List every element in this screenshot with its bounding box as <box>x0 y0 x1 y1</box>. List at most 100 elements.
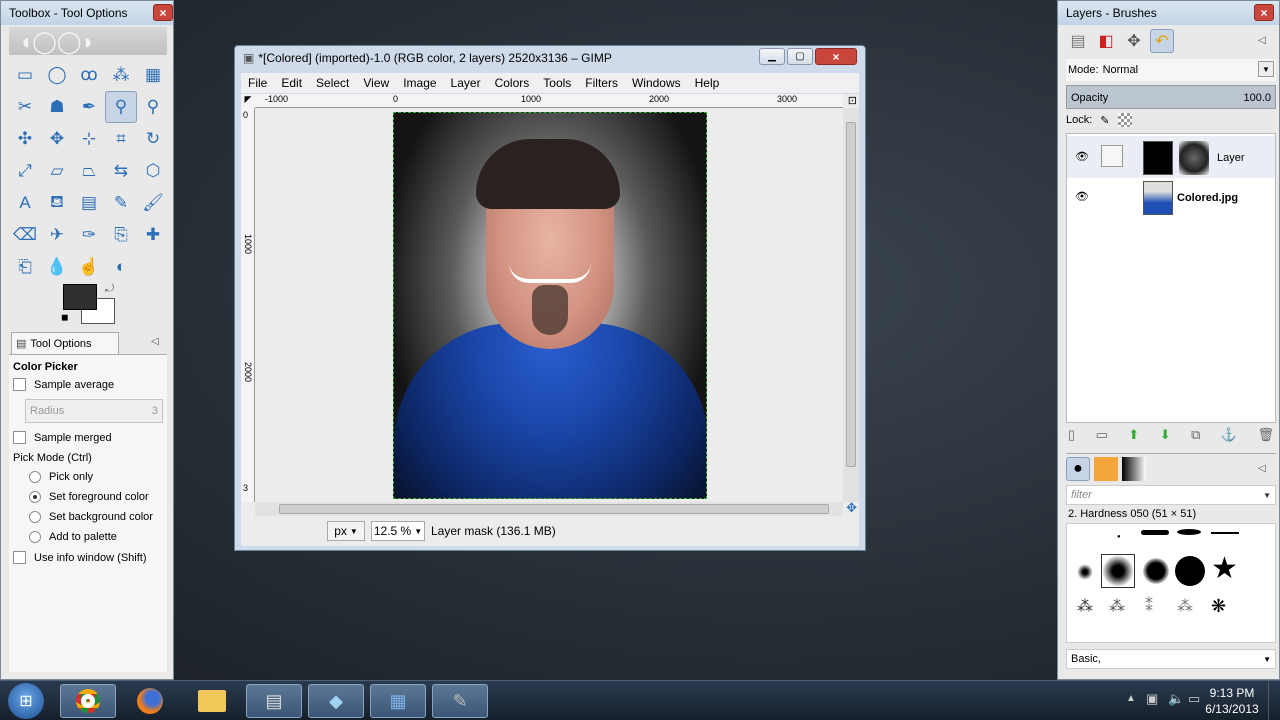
layers-tab-icon[interactable]: ▤ <box>1066 29 1090 53</box>
new-layer-icon[interactable]: ▯ <box>1068 427 1075 443</box>
lock-alpha-icon[interactable] <box>1117 113 1132 127</box>
image-window-close-button[interactable]: × <box>815 48 857 65</box>
layer-name[interactable]: Layer <box>1217 152 1245 164</box>
vertical-scrollbar[interactable] <box>843 108 859 502</box>
scissors-icon[interactable]: ✂ <box>9 91 41 123</box>
chevron-down-icon[interactable]: ▼ <box>1263 491 1271 500</box>
dodge-icon[interactable]: ◐ <box>105 251 137 283</box>
horizontal-scrollbar[interactable] <box>255 502 843 516</box>
dock-close-button[interactable]: × <box>1254 4 1274 21</box>
sample-merged-checkbox[interactable] <box>13 431 26 444</box>
vertical-ruler[interactable]: 0 1000 2000 3 <box>241 108 255 502</box>
brush-item[interactable]: ⁂ <box>1077 596 1093 616</box>
brush-item[interactable] <box>1177 529 1201 535</box>
new-layer-group-icon[interactable]: ▭ <box>1096 427 1108 443</box>
pick-mode-option[interactable]: Set background color <box>29 511 153 523</box>
airbrush-icon[interactable]: ✈ <box>41 219 73 251</box>
undo-history-tab-icon[interactable]: ↶ <box>1150 29 1174 53</box>
menu-windows[interactable]: Windows <box>625 76 688 90</box>
menu-help[interactable]: Help <box>688 76 727 90</box>
star-brush-icon[interactable]: ★ <box>1211 552 1238 586</box>
lower-layer-icon[interactable]: ⬇ <box>1160 427 1171 443</box>
menu-tools[interactable]: Tools <box>536 76 578 90</box>
brushes-menu-icon[interactable]: ◁ <box>1258 463 1266 474</box>
pick-mode-option[interactable]: Add to palette <box>29 531 117 543</box>
menu-file[interactable]: File <box>241 76 274 90</box>
fuzzy-select-icon[interactable]: ⁂ <box>105 59 137 91</box>
sample-merged-row[interactable]: Sample merged <box>13 431 112 444</box>
clock[interactable]: 9:13 PM 6/13/2013 <box>1200 685 1264 717</box>
shear-icon[interactable]: ▱ <box>41 155 73 187</box>
pick-mode-option[interactable]: Pick only <box>29 471 93 483</box>
pick-mode-option[interactable]: Set foreground color <box>29 491 149 503</box>
text-icon[interactable]: A <box>9 187 41 219</box>
move-icon[interactable]: ✥ <box>41 123 73 155</box>
blend-icon[interactable]: ▤ <box>73 187 105 219</box>
paintbrush-icon[interactable]: 🖌 <box>137 187 169 219</box>
brush-item[interactable]: ⁂ <box>1177 596 1193 616</box>
zoom-fit-icon[interactable]: ⊡ <box>848 94 857 107</box>
anchor-layer-icon[interactable]: ⚓ <box>1221 427 1237 443</box>
raise-layer-icon[interactable]: ⬆ <box>1128 427 1139 443</box>
menu-image[interactable]: Image <box>396 76 443 90</box>
lock-pixels-icon[interactable]: ✎ <box>1100 114 1109 127</box>
lasso-icon[interactable]: ꝏ <box>73 59 105 91</box>
rotate-icon[interactable]: ↻ <box>137 123 169 155</box>
use-info-window-row[interactable]: Use info window (Shift) <box>13 551 147 564</box>
show-desktop-button[interactable] <box>1268 681 1280 720</box>
toolbox-close-button[interactable]: × <box>153 4 173 21</box>
image-viewport[interactable] <box>255 108 843 502</box>
scale-icon[interactable]: ⤢ <box>9 155 41 187</box>
eye-icon[interactable]: 👁 <box>1075 190 1089 203</box>
clone-icon[interactable]: ⎘ <box>105 219 137 251</box>
brush-item[interactable]: ⁑ <box>1145 596 1153 616</box>
layer-mask-thumbnail[interactable] <box>1179 141 1209 175</box>
color-select-icon[interactable]: ▦ <box>137 59 169 91</box>
swap-colors-icon[interactable]: ⤾ <box>105 283 114 296</box>
layer-thumbnail[interactable] <box>1143 181 1173 215</box>
default-colors-icon[interactable]: ◼ <box>61 312 68 323</box>
menu-view[interactable]: View <box>356 76 396 90</box>
vertical-scroll-thumb[interactable] <box>846 122 856 467</box>
blur-icon[interactable]: 💧 <box>41 251 73 283</box>
firefox-taskbar-icon[interactable] <box>122 684 178 718</box>
paths-tab-icon[interactable]: ✥ <box>1122 29 1146 53</box>
radio-button[interactable] <box>29 531 41 543</box>
brush-item[interactable]: ❋ <box>1211 596 1226 617</box>
brush-item[interactable] <box>1077 564 1093 580</box>
portrait-image[interactable] <box>393 112 707 499</box>
chrome-taskbar-icon[interactable] <box>60 684 116 718</box>
explorer-taskbar-icon[interactable] <box>184 684 240 718</box>
zoom-select[interactable]: 12.5 % ▼ <box>371 521 425 541</box>
paths-icon[interactable]: ✒ <box>73 91 105 123</box>
measure-icon[interactable]: ✣ <box>9 123 41 155</box>
brush-item[interactable] <box>1101 554 1135 588</box>
quick-mask-corner-icon[interactable]: ◤ <box>241 94 255 108</box>
brush-item[interactable] <box>1141 530 1169 535</box>
foreground-select-icon[interactable]: ☗ <box>41 91 73 123</box>
radius-spinbox[interactable]: Radius 3 <box>25 399 163 423</box>
flip-icon[interactable]: ⇆ <box>105 155 137 187</box>
mode-dropdown-button[interactable]: ▼ <box>1258 61 1274 77</box>
pencil-icon[interactable]: ✎ <box>105 187 137 219</box>
brush-filter-input[interactable]: filter ▼ <box>1066 485 1276 505</box>
delete-layer-icon[interactable]: 🗑 <box>1257 427 1274 443</box>
chevron-down-icon[interactable]: ▼ <box>1263 655 1271 664</box>
eye-icon[interactable]: 👁 <box>1075 150 1089 163</box>
sample-average-checkbox[interactable] <box>13 378 26 391</box>
tab-tool-options[interactable]: ▤ Tool Options <box>11 332 119 354</box>
align-icon[interactable]: ⊹ <box>73 123 105 155</box>
brush-item[interactable]: ● <box>1117 534 1121 540</box>
use-info-window-checkbox[interactable] <box>13 551 26 564</box>
show-hidden-icons[interactable]: ▲ <box>1126 693 1136 704</box>
start-button[interactable]: ⊞ <box>8 683 44 719</box>
layer-row[interactable]: 👁 Layer <box>1067 136 1275 178</box>
layer-chain-box[interactable] <box>1101 145 1123 167</box>
power-icon[interactable]: ▭ <box>1188 691 1200 707</box>
layer-name[interactable]: Colored.jpg <box>1177 192 1238 204</box>
menu-edit[interactable]: Edit <box>274 76 309 90</box>
panel-menu-icon[interactable]: ◁ <box>151 336 159 347</box>
brush-item[interactable] <box>1143 558 1169 584</box>
brushes-tab-icon[interactable]: ● <box>1066 457 1090 481</box>
menu-layer[interactable]: Layer <box>444 76 488 90</box>
